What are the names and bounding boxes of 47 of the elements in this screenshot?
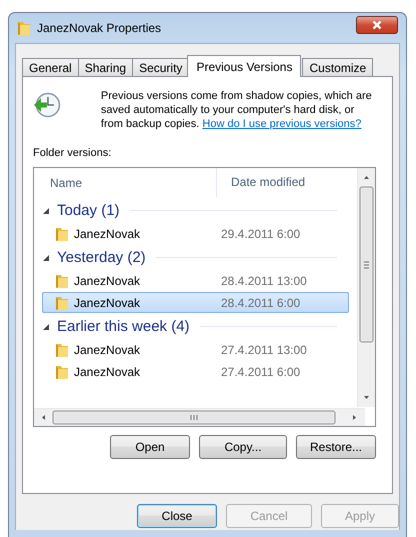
folder-icon <box>55 294 69 310</box>
version-row[interactable]: JanezNovak 29.4.2011 6:00 <box>42 223 349 244</box>
folder-icon <box>55 364 69 380</box>
dialog-button[interactable]: Close <box>137 504 217 528</box>
tab[interactable]: Customize <box>302 58 374 76</box>
date-modified: 28.4.2011 6:00 <box>220 296 300 310</box>
restore-clock-icon <box>33 91 61 119</box>
group-header[interactable]: Today (1) <box>57 202 120 219</box>
folder-icon <box>55 272 69 288</box>
close-icon <box>372 20 382 30</box>
vertical-scrollbar[interactable] <box>357 168 375 407</box>
version-row[interactable]: JanezNovak 27.4.2011 13:00 <box>42 339 349 360</box>
version-row[interactable]: JanezNovak 28.4.2011 13:00 <box>42 270 349 291</box>
date-modified: 29.4.2011 6:00 <box>220 226 300 240</box>
date-modified: 27.4.2011 13:00 <box>220 342 307 356</box>
version-row[interactable]: JanezNovak 27.4.2011 6:00 <box>42 361 349 382</box>
folder-name: JanezNovak <box>74 274 140 288</box>
group-header[interactable]: Earlier this week (4) <box>57 318 190 335</box>
date-modified: 27.4.2011 6:00 <box>220 364 300 378</box>
collapse-icon[interactable] <box>42 206 50 214</box>
horizontal-scrollbar[interactable] <box>34 408 365 426</box>
group-header[interactable]: Yesterday (2) <box>57 249 146 266</box>
column-header[interactable]: Name <box>34 176 216 190</box>
folder-icon <box>55 342 69 358</box>
date-modified: 28.4.2011 13:00 <box>220 274 307 288</box>
folder-name: JanezNovak <box>74 296 140 310</box>
tab[interactable]: General <box>22 58 79 76</box>
tab[interactable]: Previous Versions <box>187 55 302 77</box>
collapse-icon[interactable] <box>42 322 50 330</box>
column-header[interactable]: Date modified <box>216 168 306 197</box>
versions-label: Folder versions: <box>33 147 112 159</box>
window-title: JanezNovak Properties <box>37 21 162 35</box>
version-row[interactable]: JanezNovak 28.4.2011 6:00 <box>42 292 349 313</box>
folder-icon <box>55 226 69 242</box>
collapse-icon[interactable] <box>42 254 50 262</box>
action-button[interactable]: Open <box>110 435 190 459</box>
folder-icon <box>17 20 31 36</box>
help-link[interactable]: How do I use previous versions? <box>202 118 362 130</box>
folder-name: JanezNovak <box>74 342 140 356</box>
action-button[interactable]: Restore... <box>296 435 376 459</box>
close-button[interactable] <box>356 16 398 34</box>
action-button[interactable]: Copy... <box>199 435 287 459</box>
info-text: Previous versions come from shadow copies, which are saved automatically to your computer's hard disk, or from backup copies. How do I use previous versions? <box>100 89 373 131</box>
tab[interactable]: Security <box>132 58 190 76</box>
folder-name: JanezNovak <box>74 226 140 240</box>
tab[interactable]: Sharing <box>78 58 134 76</box>
folder-name: JanezNovak <box>74 364 140 378</box>
